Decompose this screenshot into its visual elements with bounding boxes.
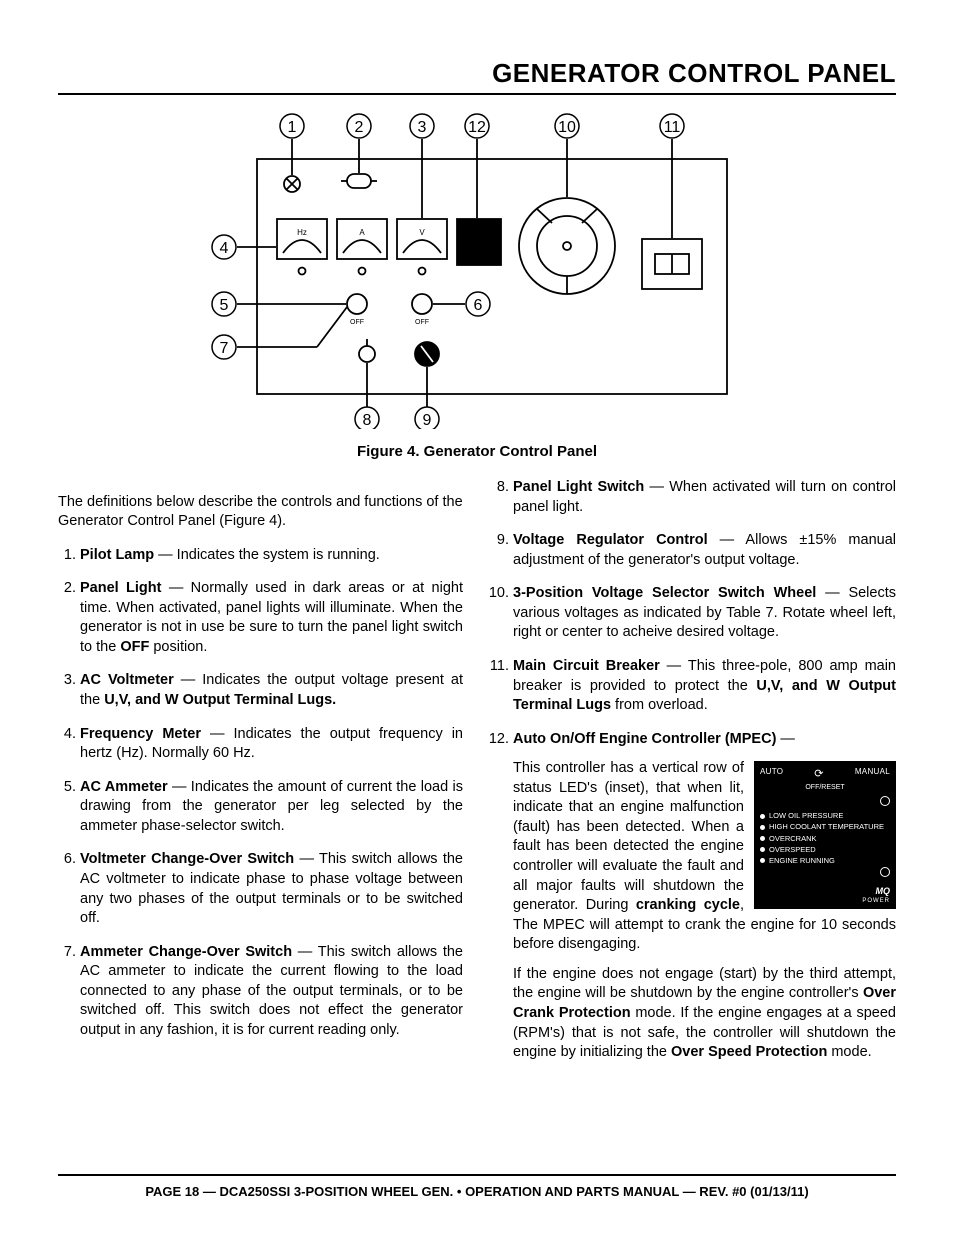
svg-text:V: V <box>419 228 425 237</box>
mpec-inset: AUTO⟳MANUALOFF/RESETLOW OIL PRESSUREHIGH… <box>754 761 896 909</box>
svg-text:5: 5 <box>220 297 229 314</box>
definition-item: Voltage Regulator Control — Allows ±15% … <box>513 531 896 570</box>
definition-item: Ammeter Change-Over Switch — This switch… <box>80 943 463 1041</box>
definition-item: Frequency Meter — Indicates the output f… <box>80 725 463 764</box>
svg-text:6: 6 <box>474 297 483 314</box>
svg-text:OFF: OFF <box>350 319 364 326</box>
page-footer: PAGE 18 — DCA250SSI 3-POSITION WHEEL GEN… <box>58 1174 896 1199</box>
definition-item: Voltmeter Change-Over Switch — This swit… <box>80 850 463 928</box>
svg-text:4: 4 <box>220 240 229 257</box>
figure-diagram: Hz A V OFF OFF 1 2 3 12 10 11 4 5 6 7 8 … <box>197 109 757 429</box>
page-title: GENERATOR CONTROL PANEL <box>58 58 896 89</box>
definitions-left: Pilot Lamp — Indicates the system is run… <box>58 546 463 1041</box>
definition-item: Panel Light Switch — When activated will… <box>513 478 896 517</box>
definition-item: AC Voltmeter — Indicates the output volt… <box>80 671 463 710</box>
title-rule <box>58 93 896 95</box>
svg-text:OFF: OFF <box>415 319 429 326</box>
svg-text:10: 10 <box>558 119 576 136</box>
svg-text:9: 9 <box>423 412 432 429</box>
definition-item: Main Circuit Breaker — This three-pole, … <box>513 657 896 716</box>
definition-item: Pilot Lamp — Indicates the system is run… <box>80 546 463 566</box>
definition-item: AC Ammeter — Indicates the amount of cur… <box>80 778 463 837</box>
figure-caption: Figure 4. Generator Control Panel <box>58 443 896 460</box>
svg-text:3: 3 <box>418 119 427 136</box>
svg-text:Hz: Hz <box>297 228 307 237</box>
svg-text:A: A <box>359 228 365 237</box>
definitions-right: Panel Light Switch — When activated will… <box>491 478 896 1063</box>
svg-text:2: 2 <box>355 119 364 136</box>
svg-text:1: 1 <box>288 119 297 136</box>
svg-text:11: 11 <box>664 119 681 136</box>
svg-text:8: 8 <box>363 412 372 429</box>
svg-text:7: 7 <box>220 340 229 357</box>
definition-item: 3-Position Voltage Selector Switch Wheel… <box>513 584 896 643</box>
definition-item: Auto On/Off Engine Controller (MPEC) —AU… <box>513 730 896 1063</box>
definition-item: Panel Light — Normally used in dark area… <box>80 579 463 657</box>
svg-text:12: 12 <box>468 119 486 136</box>
intro-text: The definitions below describe the contr… <box>58 493 463 532</box>
